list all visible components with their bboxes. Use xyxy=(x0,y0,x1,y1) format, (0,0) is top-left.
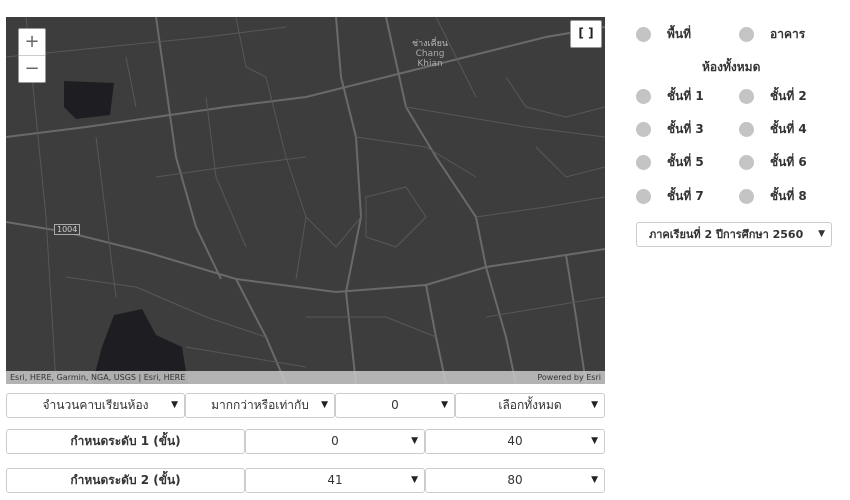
level-1-label: กำหนดระดับ 1 (ขั้น) xyxy=(6,429,245,454)
chevron-down-icon: ▼ xyxy=(591,436,598,446)
floor-5-label: ชั้นที่ 5 xyxy=(667,155,704,169)
chevron-down-icon: ▼ xyxy=(591,475,598,485)
comparison-value: มากกว่าหรือเท่ากับ xyxy=(211,398,309,412)
floor-2-label: ชั้นที่ 2 xyxy=(770,89,807,103)
minor-roads xyxy=(6,17,605,384)
period-count-value: จำนวนคาบเรียนห้อง xyxy=(42,398,149,412)
chevron-down-icon: ▼ xyxy=(321,400,328,410)
count-value: 0 xyxy=(391,398,399,412)
level-1-max-select[interactable]: 40 ▼ xyxy=(425,429,605,454)
floor-4-radio[interactable]: ชั้นที่ 4 xyxy=(739,120,807,139)
rooms-heading: ห้องทั้งหมด xyxy=(702,60,761,74)
layer-area-label: พื้นที่ xyxy=(667,27,692,41)
level-2-max-value: 80 xyxy=(507,473,523,487)
radio-indicator[interactable] xyxy=(739,89,754,104)
place-label-en-2: Khian xyxy=(417,59,443,69)
radio-indicator[interactable] xyxy=(739,27,754,42)
layer-building-label: อาคาร xyxy=(770,27,806,41)
radio-indicator[interactable] xyxy=(739,189,754,204)
radio-indicator[interactable] xyxy=(636,89,651,104)
level-2-min-select[interactable]: 41 ▼ xyxy=(245,468,425,493)
pond-north xyxy=(64,81,114,119)
attribution-powered-by[interactable]: Powered by Esri xyxy=(537,371,601,384)
layer-area-radio[interactable]: พื้นที่ xyxy=(636,25,691,44)
chevron-down-icon: ▼ xyxy=(818,229,825,239)
semester-select[interactable]: ภาคเรียนที่ 2 ปีการศึกษา 2560 ▼ xyxy=(636,222,832,247)
floor-8-label: ชั้นที่ 8 xyxy=(770,189,807,203)
layer-building-radio[interactable]: อาคาร xyxy=(739,25,805,44)
level-2-max-select[interactable]: 80 ▼ xyxy=(425,468,605,493)
level-2-min-value: 41 xyxy=(327,473,343,487)
floor-7-radio[interactable]: ชั้นที่ 7 xyxy=(636,187,704,206)
semester-value: ภาคเรียนที่ 2 ปีการศึกษา 2560 xyxy=(649,228,804,241)
floor-8-radio[interactable]: ชั้นที่ 8 xyxy=(739,187,807,206)
radio-indicator[interactable] xyxy=(636,189,651,204)
floor-5-radio[interactable]: ชั้นที่ 5 xyxy=(636,153,704,172)
place-label-chang-khian: ช่างเคี่ยน Chang Khian xyxy=(412,39,448,69)
floor-3-radio[interactable]: ชั้นที่ 3 xyxy=(636,120,704,139)
floor-1-radio[interactable]: ชั้นที่ 1 xyxy=(636,87,704,106)
level-1-max-value: 40 xyxy=(507,434,523,448)
floor-1-label: ชั้นที่ 1 xyxy=(667,89,704,103)
chevron-down-icon: ▼ xyxy=(441,400,448,410)
place-label-en-1: Chang xyxy=(415,49,445,59)
radio-indicator[interactable] xyxy=(636,27,651,42)
road-shield: 1004 xyxy=(54,224,81,235)
map-attribution: Esri, HERE, Garmin, NGA, USGS | Esri, HE… xyxy=(6,371,605,384)
chevron-down-icon: ▼ xyxy=(411,436,418,446)
radio-indicator[interactable] xyxy=(636,122,651,137)
count-value-select[interactable]: 0 ▼ xyxy=(335,393,455,418)
radio-indicator[interactable] xyxy=(739,122,754,137)
level-1-min-value: 0 xyxy=(331,434,339,448)
major-roads xyxy=(6,17,605,384)
floor-3-label: ชั้นที่ 3 xyxy=(667,122,704,136)
level-2-label: กำหนดระดับ 2 (ขั้น) xyxy=(6,468,245,493)
fullscreen-button[interactable]: [ ] xyxy=(570,20,602,48)
period-count-select[interactable]: จำนวนคาบเรียนห้อง ▼ xyxy=(6,393,185,418)
map-view[interactable]: + − [ ] ช่างเคี่ยน Chang Khian 1004 Esri… xyxy=(6,17,605,384)
floor-7-label: ชั้นที่ 7 xyxy=(667,189,704,203)
radio-indicator[interactable] xyxy=(739,155,754,170)
comparison-select[interactable]: มากกว่าหรือเท่ากับ ▼ xyxy=(185,393,335,418)
zoom-out-button[interactable]: − xyxy=(19,55,45,82)
map-tiles xyxy=(6,17,605,384)
select-all-select[interactable]: เลือกทั้งหมด ▼ xyxy=(455,393,605,418)
floor-6-radio[interactable]: ชั้นที่ 6 xyxy=(739,153,807,172)
chevron-down-icon: ▼ xyxy=(411,475,418,485)
floor-6-label: ชั้นที่ 6 xyxy=(770,155,807,169)
radio-indicator[interactable] xyxy=(636,155,651,170)
floor-2-radio[interactable]: ชั้นที่ 2 xyxy=(739,87,807,106)
zoom-in-button[interactable]: + xyxy=(19,29,45,55)
floor-4-label: ชั้นที่ 4 xyxy=(770,122,807,136)
level-1-min-select[interactable]: 0 ▼ xyxy=(245,429,425,454)
zoom-control: + − xyxy=(18,28,46,83)
place-label-thai: ช่างเคี่ยน xyxy=(412,39,449,49)
attribution-sources: Esri, HERE, Garmin, NGA, USGS | Esri, HE… xyxy=(10,373,186,382)
chevron-down-icon: ▼ xyxy=(171,400,178,410)
select-all-value: เลือกทั้งหมด xyxy=(498,398,562,412)
chevron-down-icon: ▼ xyxy=(591,400,598,410)
